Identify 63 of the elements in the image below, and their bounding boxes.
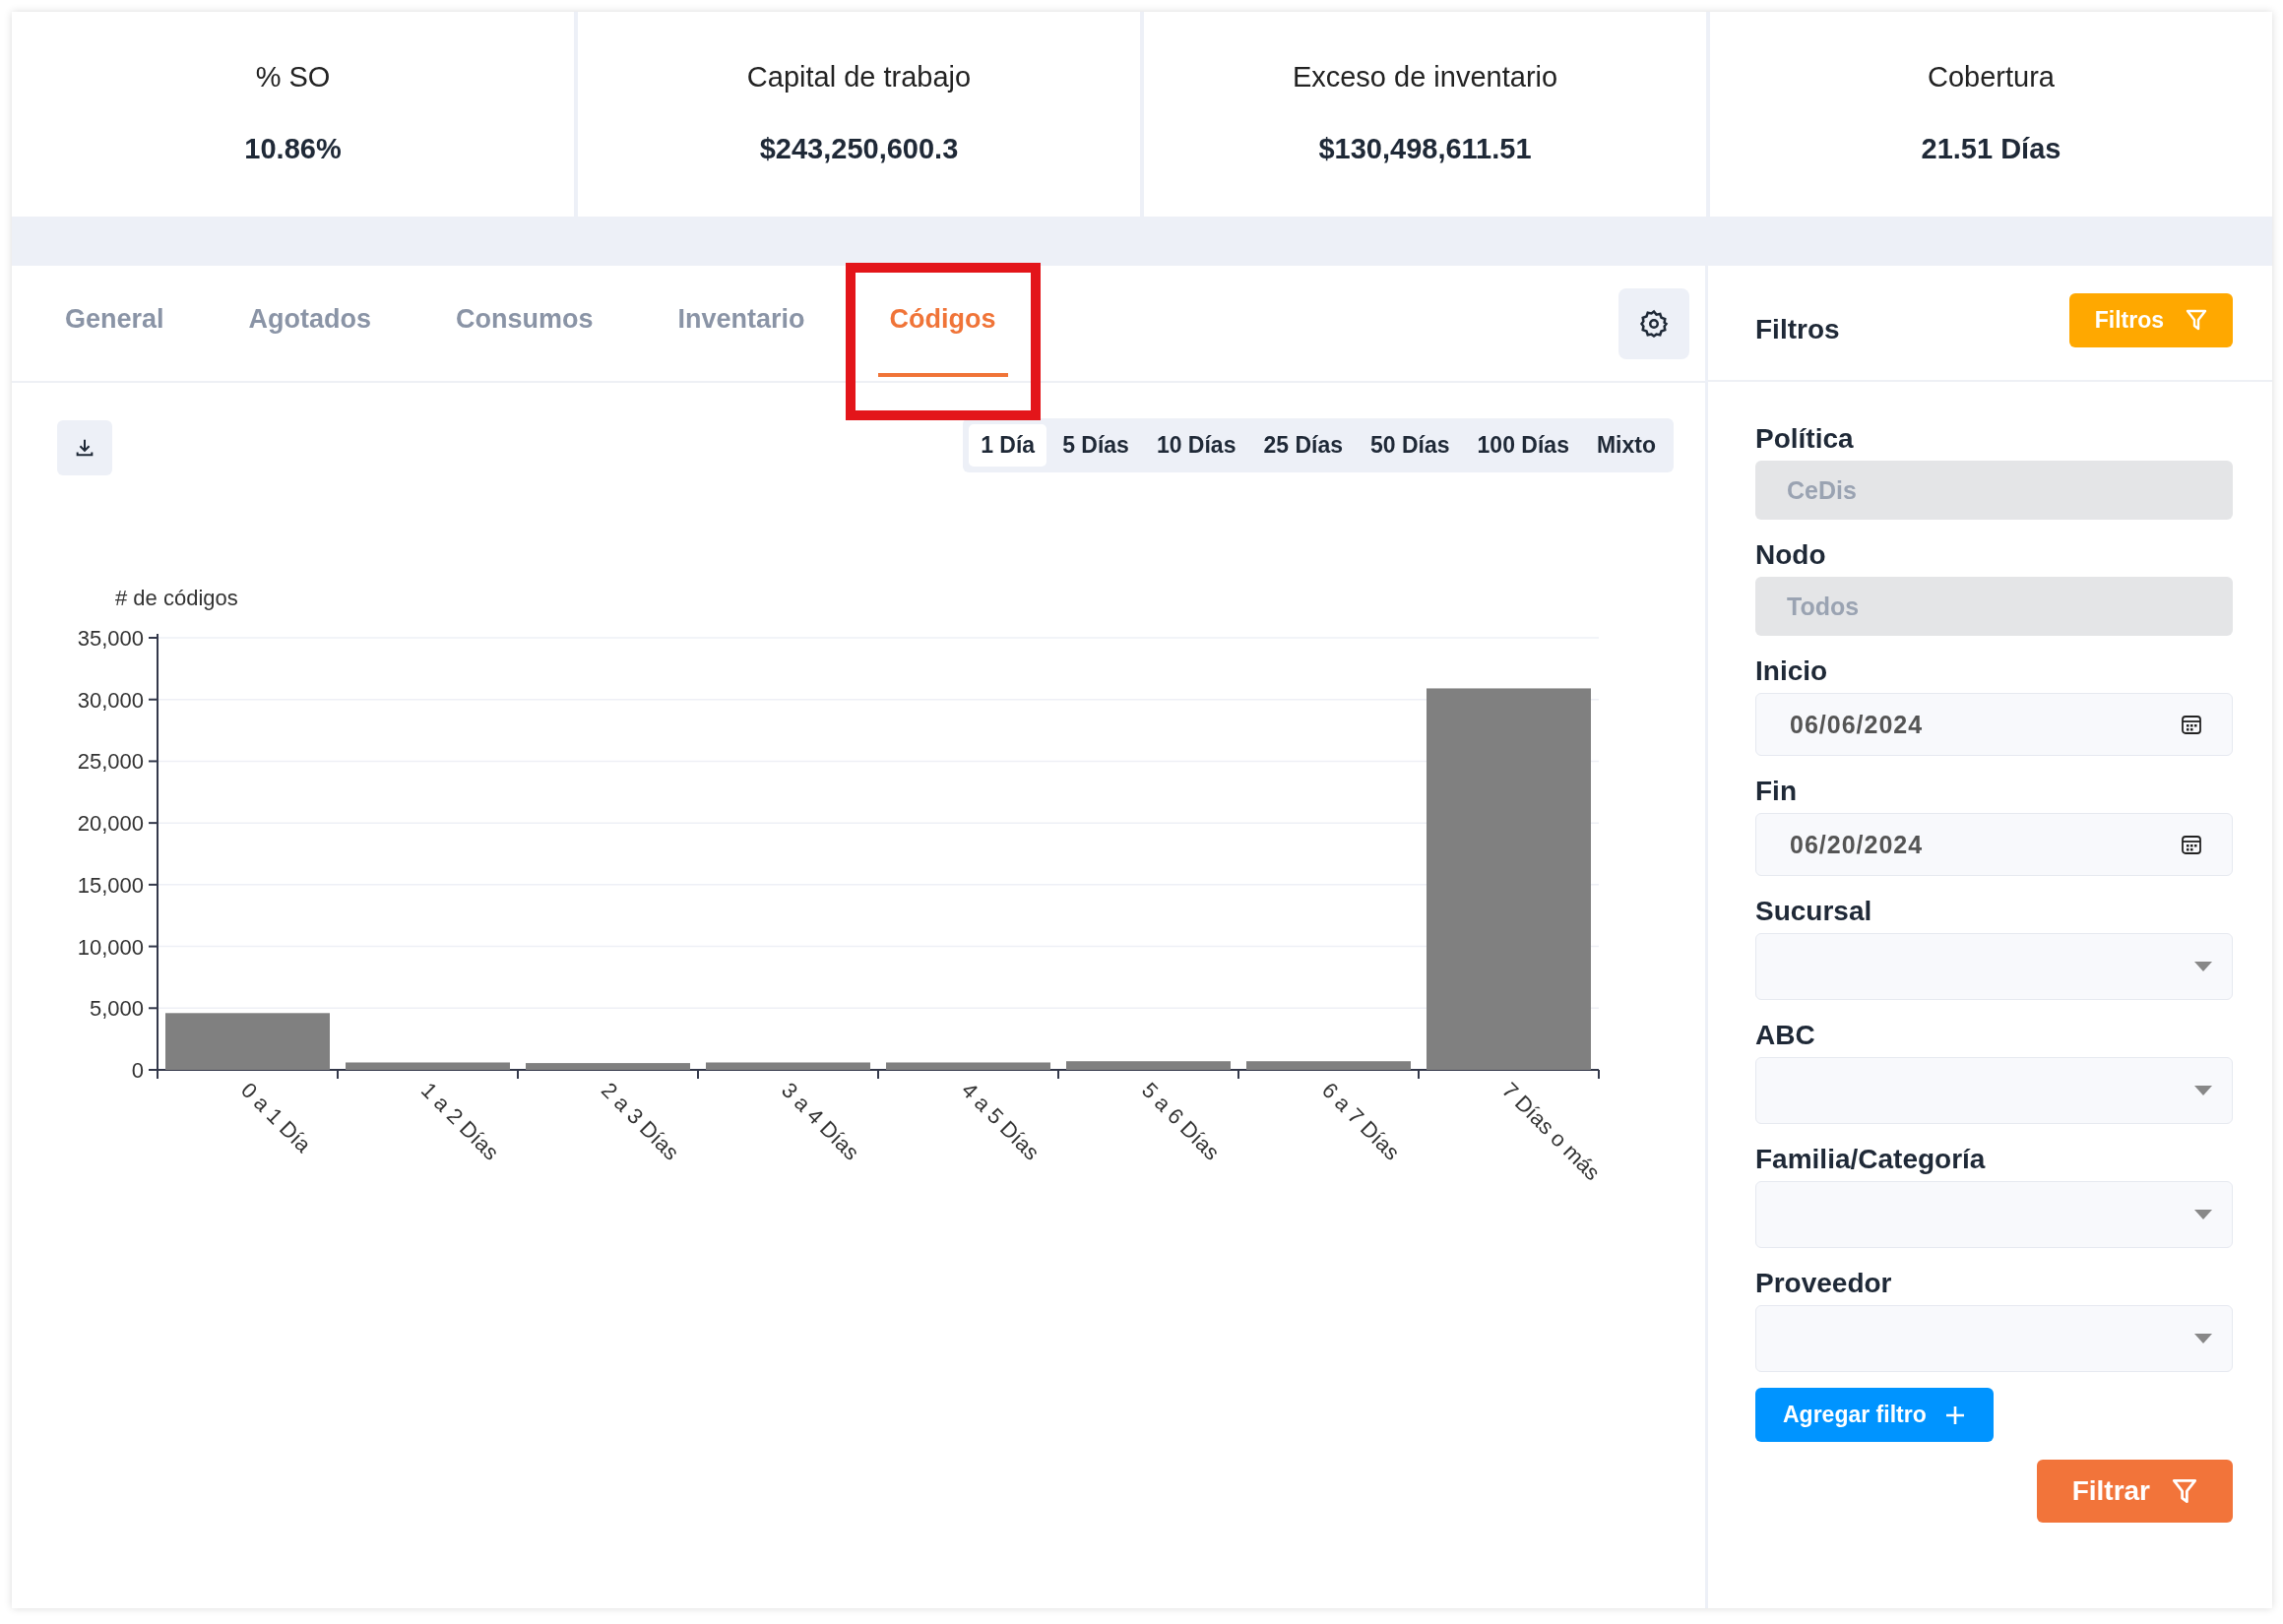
tick-label: 35,000 bbox=[77, 626, 144, 651]
kpi-title: Cobertura bbox=[1928, 61, 2055, 94]
dropdown-caret-icon bbox=[2194, 1334, 2212, 1343]
range-option[interactable]: 25 Días bbox=[1251, 423, 1355, 467]
date-value: 06/20/2024 bbox=[1790, 830, 1924, 859]
select-field[interactable] bbox=[1755, 1057, 2233, 1124]
panel-title: Filtros bbox=[1755, 314, 1840, 345]
kpi-value: $130,498,611.51 bbox=[1318, 133, 1532, 165]
select-field[interactable] bbox=[1755, 1305, 2233, 1372]
date-value: 06/06/2024 bbox=[1790, 710, 1924, 739]
dropdown-caret-icon bbox=[2194, 962, 2212, 971]
tick-label: 25,000 bbox=[77, 749, 144, 775]
settings-button[interactable] bbox=[1618, 287, 1689, 359]
filters-button[interactable]: Filtros bbox=[2068, 292, 2233, 347]
filter-icon bbox=[2186, 308, 2207, 332]
calendar-icon[interactable] bbox=[2181, 714, 2202, 735]
range-option[interactable]: 100 Días bbox=[1465, 423, 1581, 467]
field-label: Inicio bbox=[1755, 656, 1829, 687]
field-label: Fin bbox=[1755, 776, 1798, 807]
range-option[interactable]: 10 Días bbox=[1144, 423, 1248, 467]
field-label: Familia/Categoría bbox=[1755, 1144, 1987, 1175]
dropdown-caret-icon bbox=[2194, 1086, 2212, 1095]
field-label: Proveedor bbox=[1755, 1268, 1893, 1299]
range-option[interactable]: 1 Día bbox=[969, 423, 1047, 467]
kpi-title: Capital de trabajo bbox=[746, 61, 972, 94]
plus-icon bbox=[1943, 1404, 1966, 1426]
filter-icon bbox=[2172, 1476, 2197, 1506]
settings-icon bbox=[1639, 308, 1669, 339]
tick-label: 0 bbox=[131, 1058, 144, 1083]
field-label: Política bbox=[1755, 423, 1855, 455]
date-field[interactable]: 06/06/2024 bbox=[1755, 693, 2233, 756]
range-option[interactable]: 50 Días bbox=[1359, 423, 1462, 467]
calendar-icon[interactable] bbox=[2181, 834, 2202, 855]
dropdown-caret-icon bbox=[2194, 1210, 2212, 1219]
kpi-value: 10.86% bbox=[244, 133, 342, 165]
select-field[interactable] bbox=[1755, 1181, 2233, 1248]
download-button[interactable] bbox=[57, 420, 112, 475]
tab[interactable]: Agotados bbox=[236, 266, 384, 377]
download-icon bbox=[74, 437, 95, 459]
kpi-value: $243,250,600.3 bbox=[759, 133, 959, 165]
kpi-title: % SO bbox=[255, 61, 331, 94]
tick-label: 20,000 bbox=[77, 811, 144, 837]
category-label: 0 a 1 Día bbox=[235, 1077, 316, 1157]
range-option[interactable]: Mixto bbox=[1584, 423, 1668, 467]
kpi-value: 21.51 Días bbox=[1921, 133, 2061, 165]
tick-label: 30,000 bbox=[77, 687, 144, 713]
tick-label: 15,000 bbox=[77, 872, 144, 898]
filter-submit-button[interactable]: Filtrar bbox=[2036, 1460, 2233, 1523]
axis-title: # de códigos bbox=[115, 586, 238, 610]
tab[interactable]: Inventario bbox=[666, 266, 817, 377]
range-option[interactable]: 5 Días bbox=[1050, 423, 1141, 467]
field-label: Nodo bbox=[1755, 539, 1827, 571]
tick-label: 5,000 bbox=[89, 996, 144, 1022]
kpi-title: Exceso de inventario bbox=[1292, 61, 1558, 94]
tab[interactable]: Consumos bbox=[444, 266, 605, 377]
field-label: ABC bbox=[1755, 1020, 1816, 1051]
field-label: Sucursal bbox=[1755, 896, 1873, 927]
select-field[interactable] bbox=[1755, 933, 2233, 1000]
tab[interactable]: Códigos bbox=[877, 266, 1008, 377]
date-field[interactable]: 06/20/2024 bbox=[1755, 813, 2233, 876]
add-filter-button[interactable]: Agregar filtro bbox=[1755, 1388, 1994, 1442]
tick-label: 10,000 bbox=[77, 934, 144, 960]
tab[interactable]: General bbox=[53, 266, 176, 377]
